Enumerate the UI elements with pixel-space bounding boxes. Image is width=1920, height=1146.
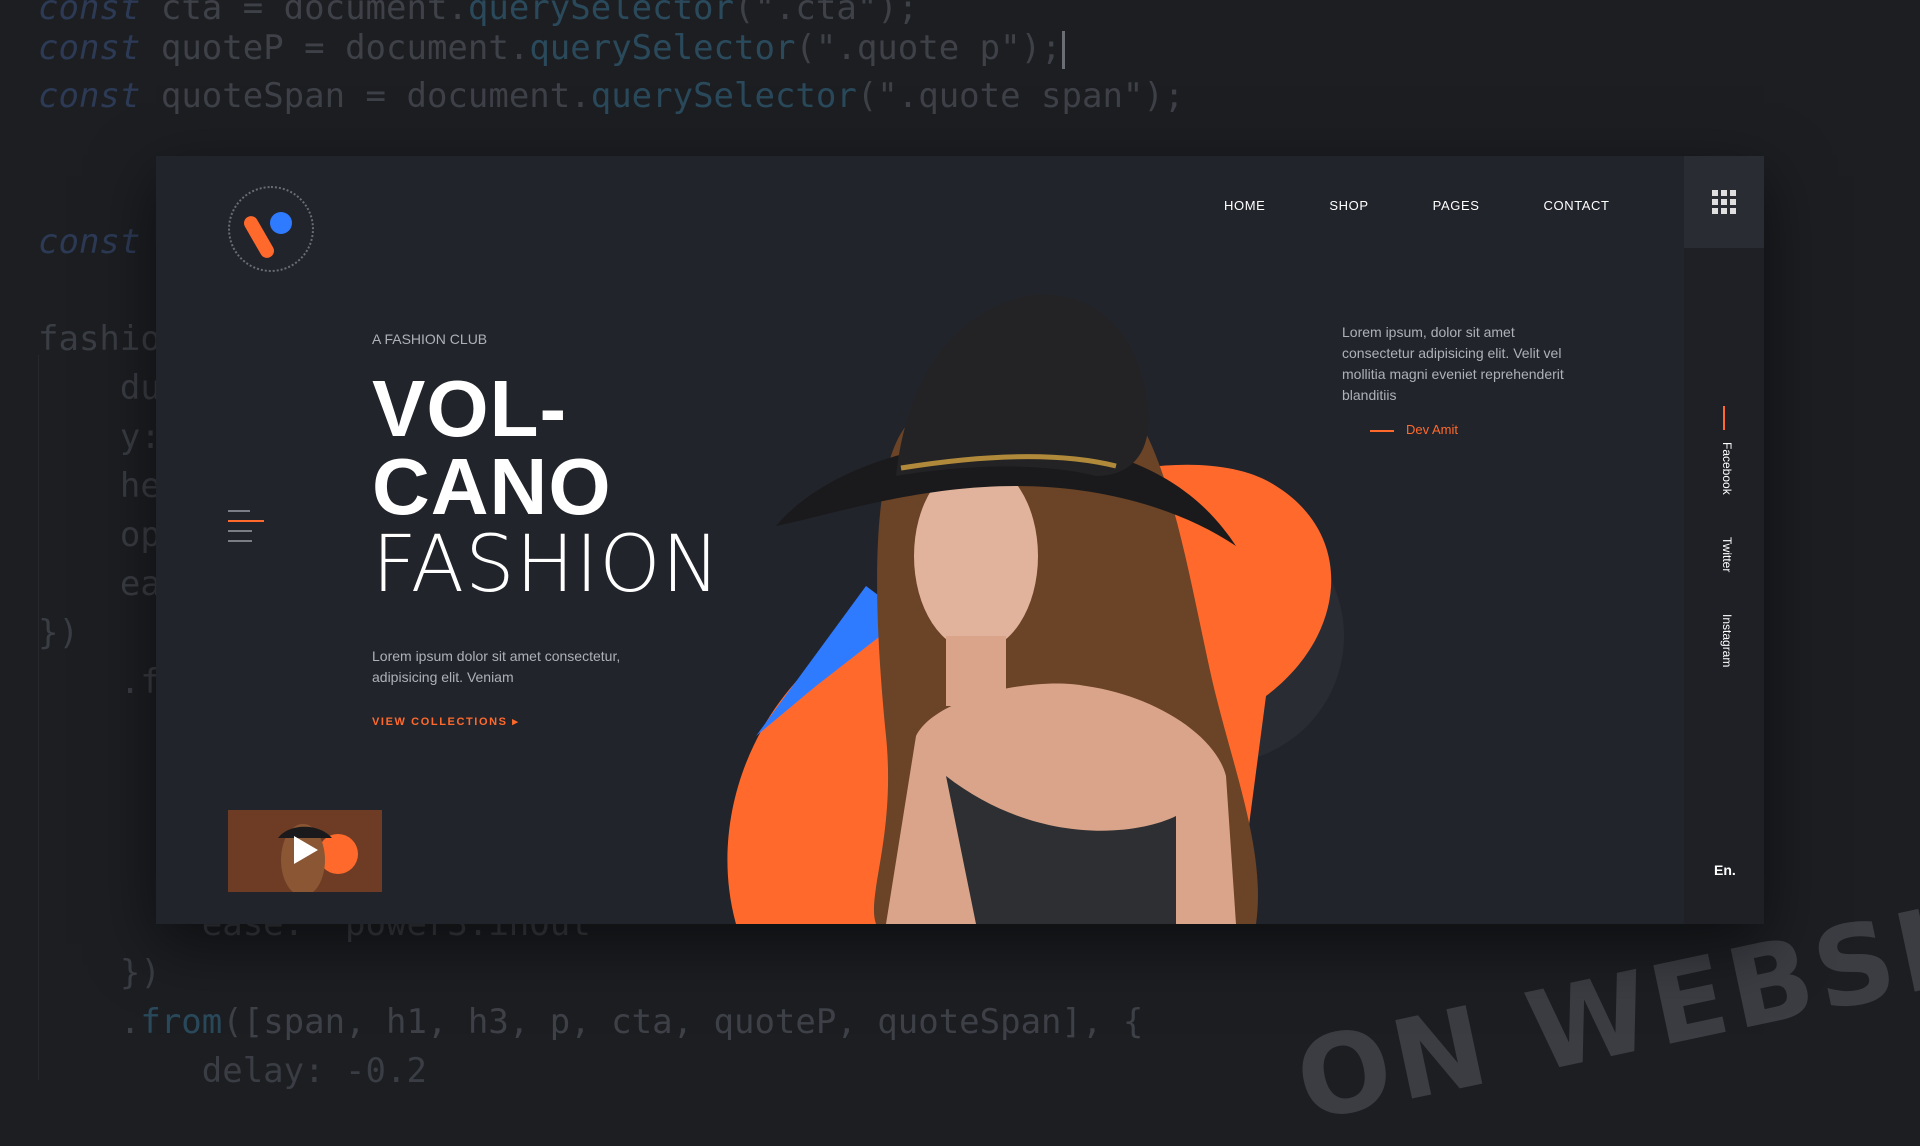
quote-author: Dev Amit: [1370, 422, 1458, 437]
social-twitter[interactable]: Twitter: [1720, 537, 1734, 572]
code-line: du: [38, 368, 161, 408]
hero-description: Lorem ipsum dolor sit amet consectetur, …: [372, 648, 621, 685]
nav-shop[interactable]: SHOP: [1329, 198, 1368, 213]
apps-grid-button[interactable]: [1684, 156, 1764, 248]
hero-headline: VOL- CANO FASHION: [372, 364, 721, 610]
text-cursor: [1061, 30, 1065, 69]
code-line: ea: [38, 564, 161, 604]
code-line: const quoteP = document.querySelector(".…: [38, 24, 1065, 73]
logo-blue-dot: [270, 212, 292, 234]
code-line: op: [38, 515, 161, 555]
brand-logo[interactable]: [228, 186, 314, 272]
code-line: const: [38, 222, 141, 262]
social-facebook[interactable]: Facebook: [1720, 442, 1734, 495]
code-line: y:: [38, 417, 161, 457]
play-icon: [294, 836, 318, 864]
nav-home[interactable]: HOME: [1224, 198, 1265, 213]
website-preview: HOME SHOP PAGES CONTACT Facebook Twitter…: [156, 156, 1764, 924]
neck: [946, 636, 1006, 706]
view-collections-link[interactable]: VIEW COLLECTIONS ▸: [372, 715, 519, 728]
language-switcher[interactable]: En.: [1714, 862, 1736, 878]
code-line: }): [38, 953, 161, 993]
code-line: delay: -0.2: [38, 1051, 427, 1091]
grid-icon: [1712, 190, 1736, 214]
code-line: .from([span, h1, h3, p, cta, quoteP, quo…: [38, 1002, 1144, 1042]
code-line: fashio: [38, 319, 161, 359]
editor-indent-guide: [38, 355, 39, 1080]
code-line: const quoteSpan = document.querySelector…: [38, 76, 1185, 116]
nav-pages[interactable]: PAGES: [1433, 198, 1480, 213]
eyebrow-text: A FASHION CLUB: [372, 331, 488, 347]
headline-line-2: CANO: [372, 442, 612, 531]
code-line: he: [38, 466, 161, 506]
hamburger-menu-icon[interactable]: [228, 510, 264, 550]
hat-crown: [896, 294, 1149, 476]
code-line: .f: [38, 662, 161, 702]
headline-line-1: VOL-: [372, 364, 568, 453]
top-nav: HOME SHOP PAGES CONTACT: [1224, 198, 1610, 213]
quote-text: Lorem ipsum, dolor sit amet consectetur …: [1342, 324, 1564, 403]
social-accent-line: [1723, 406, 1725, 430]
video-thumbnail[interactable]: [228, 810, 382, 892]
social-instagram[interactable]: Instagram: [1720, 614, 1734, 667]
headline-line-3: FASHION: [372, 520, 721, 610]
nav-contact[interactable]: CONTACT: [1544, 198, 1610, 213]
code-line: }): [38, 613, 79, 653]
